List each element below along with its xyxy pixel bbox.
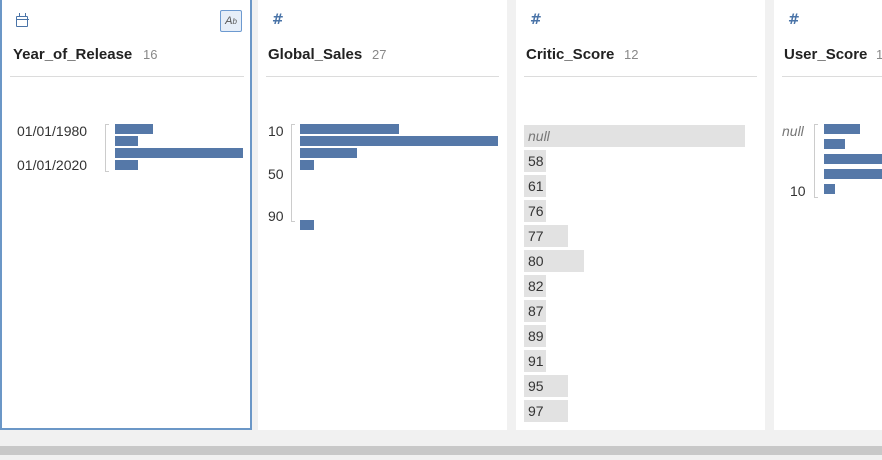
- axis-label: 01/01/2020: [17, 157, 88, 173]
- hash-icon: #: [272, 12, 284, 28]
- column-card-user-score[interactable]: # User_Score 1 null 10: [774, 0, 882, 430]
- abc-type-icon[interactable]: Ab: [220, 10, 242, 32]
- horizontal-scrollbar[interactable]: [0, 446, 882, 455]
- column-count: 16: [143, 47, 158, 62]
- divider: [266, 76, 499, 77]
- divider: [524, 76, 757, 77]
- axis-label: 10: [268, 123, 284, 139]
- histogram-bar[interactable]: [300, 220, 314, 230]
- value-row[interactable]: 58: [524, 150, 546, 172]
- histogram-bar[interactable]: [824, 139, 845, 149]
- histogram-bar[interactable]: [824, 184, 835, 194]
- value-row[interactable]: 89: [524, 325, 546, 347]
- column-card-critic-score[interactable]: # Critic_Score 12 null 58 61 76 77 80 82 87 89 91…: [516, 0, 765, 430]
- value-row[interactable]: 91: [524, 350, 546, 372]
- axis-bracket: [291, 124, 295, 222]
- value-row[interactable]: 95: [524, 375, 568, 397]
- histogram-bar[interactable]: [824, 124, 860, 134]
- axis-label: 10: [790, 183, 806, 199]
- value-row[interactable]: 77: [524, 225, 568, 247]
- value-row[interactable]: null: [524, 125, 745, 147]
- axis-label: null: [782, 123, 804, 139]
- column-card-global-sales[interactable]: # Global_Sales 27 10 50 90: [258, 0, 507, 430]
- column-name: Global_Sales: [268, 46, 363, 63]
- value-row[interactable]: 80: [524, 250, 584, 272]
- histogram-bar[interactable]: [300, 148, 357, 158]
- column-count: 1: [876, 47, 882, 62]
- value-row[interactable]: 76: [524, 200, 546, 222]
- column-card-year-of-release[interactable]: Ab Year_of_Release 16 01/01/1980 01/01/2…: [0, 0, 252, 430]
- histogram-bar[interactable]: [824, 169, 882, 179]
- divider: [782, 76, 882, 77]
- axis-bracket: [814, 124, 818, 198]
- value-row[interactable]: 97: [524, 400, 568, 422]
- histogram-bar[interactable]: [300, 136, 498, 146]
- axis-label: 50: [268, 166, 284, 182]
- histogram-bar[interactable]: [115, 124, 153, 134]
- histogram-bar[interactable]: [300, 124, 399, 134]
- column-count: 27: [372, 47, 387, 62]
- column-name: Critic_Score: [526, 46, 615, 63]
- hash-icon: #: [530, 12, 542, 28]
- column-name: Year_of_Release: [13, 46, 133, 63]
- value-row[interactable]: 82: [524, 275, 546, 297]
- histogram-bar[interactable]: [115, 160, 138, 170]
- value-row[interactable]: 87: [524, 300, 546, 322]
- value-row[interactable]: 61: [524, 175, 546, 197]
- hash-icon: #: [788, 12, 800, 28]
- histogram-bar[interactable]: [115, 148, 243, 158]
- histogram-bar[interactable]: [115, 136, 138, 146]
- axis-bracket: [105, 124, 109, 172]
- column-count: 12: [624, 47, 639, 62]
- column-name: User_Score: [784, 46, 868, 63]
- divider: [10, 76, 244, 77]
- axis-label: 01/01/1980: [17, 123, 88, 139]
- histogram-bar[interactable]: [824, 154, 882, 164]
- histogram-bar[interactable]: [300, 160, 314, 170]
- axis-label: 90: [268, 208, 284, 224]
